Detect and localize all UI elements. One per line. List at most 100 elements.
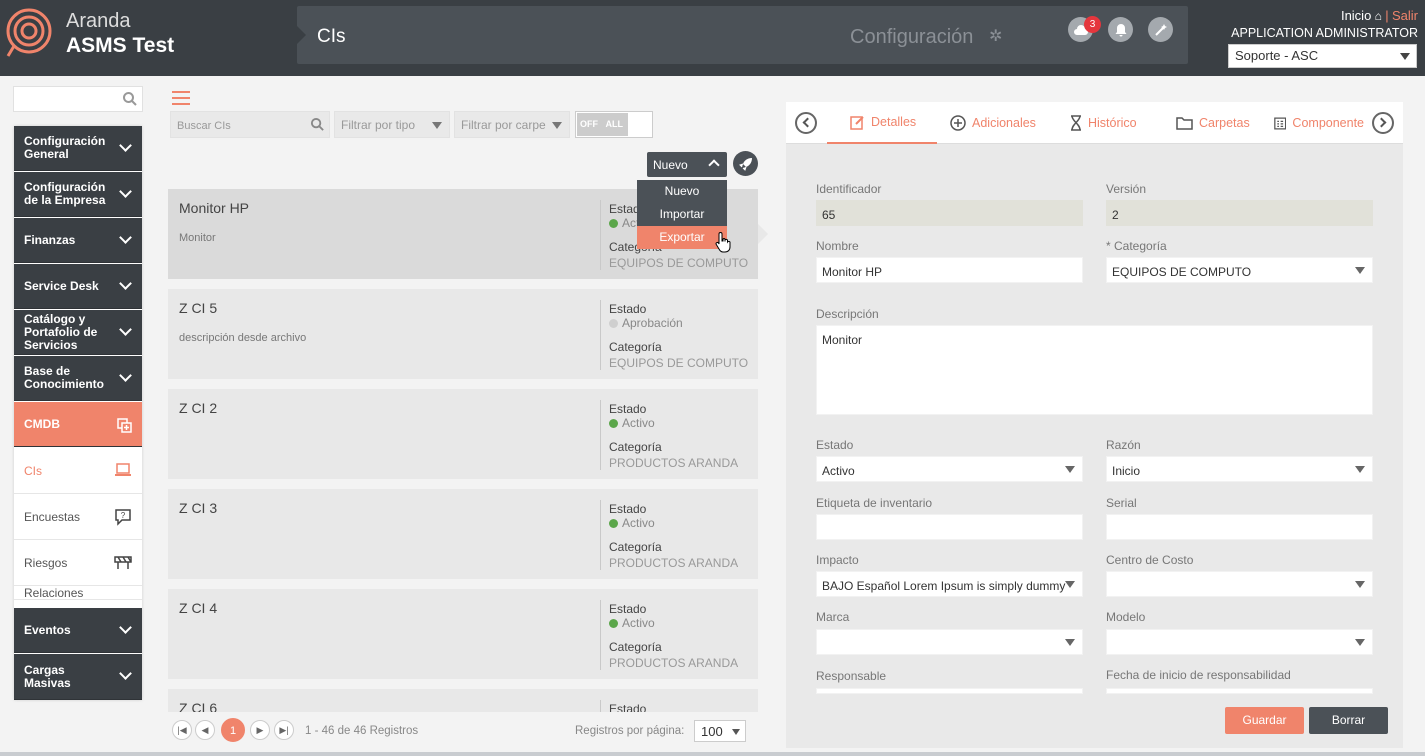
sidebar-item-cis[interactable]: CIs — [14, 448, 142, 494]
sidebar-item-relaciones[interactable]: Relaciones — [14, 586, 142, 600]
sidebar-item-configuracion-general[interactable]: Configuración General — [14, 126, 142, 171]
tab-label: Detalles — [871, 115, 917, 129]
sidebar-item-eventos[interactable]: Eventos — [14, 608, 142, 653]
laptop-icon — [115, 463, 131, 476]
sidebar-item-configuracion-empresa[interactable]: Configuración de la Empresa — [14, 172, 142, 217]
impacto-value: BAJO Español Lorem Ipsum is simply dummy — [822, 579, 1066, 593]
ci-list-item[interactable]: Z CI 5 descripción desde archivo Estado Apr… — [168, 289, 758, 379]
sidebar-item-catalogo[interactable]: Catálogo y Portafolio de Servicios — [14, 310, 142, 355]
impacto-label: Impacto — [816, 553, 859, 567]
sidebar-search-input[interactable] — [13, 86, 143, 112]
ci-categoria-value: EQUIPOS DE COMPUTO — [609, 356, 749, 370]
ci-list-item[interactable]: Z CI 4 Estado Activo Categoría PRODUCTOS ARA… — [168, 589, 758, 679]
separator: | — [1385, 8, 1389, 23]
nombre-field[interactable]: Monitor HP — [816, 257, 1083, 283]
sidebar-item-label: Catálogo y — [24, 311, 86, 326]
save-button[interactable]: Guardar — [1225, 707, 1304, 734]
folder-icon — [1176, 117, 1193, 130]
last-page-button[interactable]: ▶| — [274, 720, 294, 740]
responsable-field[interactable] — [816, 688, 1083, 694]
descripcion-textarea[interactable]: Monitor — [816, 325, 1373, 415]
ci-estado-value: Activo — [609, 416, 655, 430]
estado-value: Activo — [822, 464, 855, 478]
sidebar-item-riesgos[interactable]: Riesgos — [14, 540, 142, 586]
tabs-next-button[interactable] — [1372, 112, 1394, 134]
components-icon — [1274, 116, 1287, 130]
ci-list-item[interactable]: Z CI 6 Estado — [168, 689, 758, 712]
magic-wand-button[interactable] — [1148, 17, 1173, 42]
chevron-down-icon — [119, 369, 132, 382]
impacto-select[interactable]: BAJO Español Lorem Ipsum is simply dummy — [816, 571, 1083, 597]
delete-button[interactable]: Borrar — [1309, 707, 1388, 734]
toggle-all-label: ALL — [605, 119, 624, 129]
ci-list-item[interactable]: Z CI 3 Estado Activo Categoría PRODUCTOS ARA… — [168, 489, 758, 579]
ci-estado-label: Estado — [609, 402, 647, 416]
divider — [600, 600, 601, 670]
ci-categoria-value: PRODUCTOS ARANDA — [609, 456, 739, 470]
nuevo-dropdown-button[interactable]: Nuevo — [647, 152, 727, 177]
divider — [600, 500, 601, 570]
ci-categoria-value: EQUIPOS DE COMPUTO — [609, 256, 749, 270]
menu-item-importar[interactable]: Importar — [637, 203, 727, 226]
aranda-logo-icon — [6, 8, 52, 57]
etiqueta-field[interactable] — [816, 514, 1083, 540]
prev-page-button[interactable]: ◀ — [195, 720, 215, 740]
search-icon — [310, 117, 324, 131]
per-page-select[interactable]: 100 — [694, 720, 746, 742]
current-page-button[interactable]: 1 — [221, 718, 245, 742]
ci-list-item[interactable]: Z CI 2 Estado Activo Categoría PRODUCTOS ARA… — [168, 389, 758, 479]
off-all-toggle[interactable]: OFF ALL — [575, 111, 653, 138]
sidebar-item-finanzas[interactable]: Finanzas — [14, 218, 142, 263]
ci-categoria-label: Categoría — [609, 440, 662, 454]
filter-folder-select[interactable]: Filtrar por carpe — [454, 111, 570, 138]
bell-button[interactable] — [1108, 17, 1133, 42]
chevron-down-icon — [119, 139, 132, 152]
tabs-prev-button[interactable] — [795, 112, 817, 134]
tab-carpetas[interactable]: Carpetas — [1176, 102, 1250, 144]
categoria-label: * Categoría — [1106, 239, 1167, 253]
marca-select[interactable] — [816, 629, 1083, 655]
detail-tabs: Detalles Adicionales Histórico Carpetas … — [786, 102, 1403, 144]
home-icon[interactable]: ⌂ — [1375, 9, 1382, 23]
sidebar-item-label: de la Empresa — [24, 193, 106, 207]
sidebar-item-base-conocimiento[interactable]: Base de Conocimiento — [14, 356, 142, 401]
sidebar-item-label: General — [24, 147, 69, 161]
sidebar-item-label: Encuestas — [24, 509, 81, 524]
first-page-button[interactable]: |◀ — [172, 720, 192, 740]
razon-select[interactable]: Inicio — [1106, 456, 1373, 482]
next-page-button[interactable]: ▶ — [250, 720, 270, 740]
chevron-down-icon — [1355, 267, 1365, 274]
menu-item-nuevo[interactable]: Nuevo — [637, 180, 727, 203]
centro-costo-select[interactable] — [1106, 571, 1373, 597]
tab-adicionales[interactable]: Adicionales — [950, 102, 1036, 144]
sidebar-item-service-desk[interactable]: Service Desk — [14, 264, 142, 309]
ci-name: Z CI 3 — [179, 500, 218, 516]
estado-select[interactable]: Activo — [816, 456, 1083, 482]
tab-detalles[interactable]: Detalles — [827, 102, 937, 144]
top-bar: Aranda ASMS Test CIs Configuración ✲ 3 I… — [0, 0, 1425, 76]
toggle-off-label: OFF — [580, 119, 598, 129]
tab-componentes[interactable]: Componente — [1274, 102, 1364, 144]
config-link[interactable]: Configuración — [850, 26, 973, 49]
sidebar-item-cmdb[interactable]: CMDB — [14, 402, 142, 447]
categoria-select[interactable]: EQUIPOS DE COMPUTO — [1106, 257, 1373, 283]
search-cis-input[interactable]: Buscar CIs — [170, 111, 330, 138]
filter-type-select[interactable]: Filtrar por tipo — [334, 111, 450, 138]
chevron-down-icon — [552, 122, 562, 129]
tab-historico[interactable]: Histórico — [1070, 102, 1137, 144]
rocket-button[interactable] — [733, 151, 758, 176]
hamburger-menu-icon[interactable] — [172, 91, 190, 109]
chevron-down-icon — [1065, 639, 1075, 646]
project-select[interactable]: Soporte - ASC — [1228, 44, 1417, 68]
sidebar-item-cargas-masivas[interactable]: Cargas Masivas — [14, 654, 142, 700]
search-cis-placeholder: Buscar CIs — [177, 120, 231, 132]
serial-field[interactable] — [1106, 514, 1373, 540]
logout-link[interactable]: Salir — [1392, 8, 1418, 23]
gear-icon[interactable]: ✲ — [989, 26, 1002, 46]
modelo-select[interactable] — [1106, 629, 1373, 655]
ci-categoria-value: PRODUCTOS ARANDA — [609, 656, 739, 670]
fecha-responsabilidad-field[interactable] — [1106, 688, 1373, 694]
plus-circle-icon — [950, 115, 966, 131]
home-link[interactable]: Inicio — [1341, 8, 1371, 23]
sidebar-item-encuestas[interactable]: Encuestas ? — [14, 494, 142, 540]
